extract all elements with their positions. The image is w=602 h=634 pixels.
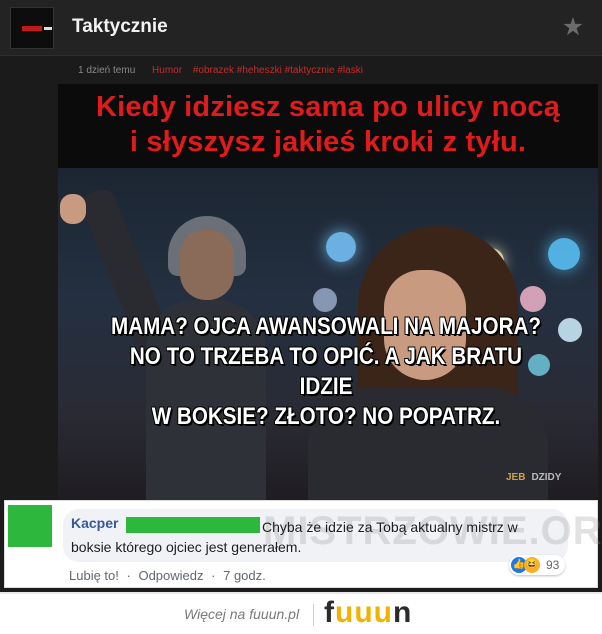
star-icon[interactable]: ★: [560, 14, 586, 40]
caption-top-line-2: i słyszysz jakieś kroki z tyłu.: [129, 126, 527, 158]
post-time: 1 dzień temu: [78, 65, 136, 76]
image-watermark-2: DZIDY: [531, 472, 562, 483]
post-card: Taktycznie ★ 1 dzień temu Humor #obrazek…: [0, 0, 602, 592]
raised-hand: [60, 194, 86, 224]
caption-bottom-line-2: NO TO TRZEBA TO OPIĆ. A JAK BRATU IDZIE: [129, 343, 523, 400]
avatar-censor: [8, 505, 52, 547]
footer-divider-line: [0, 592, 602, 594]
caption-band: Kiedy idziesz sama po ulicy nocą i słysz…: [58, 84, 598, 168]
more-link[interactable]: Więcej na fuuun.pl: [184, 606, 299, 622]
fuuun-logo-text: fuuun: [324, 596, 413, 629]
bokeh-light: [558, 318, 582, 342]
man-head: [180, 230, 234, 300]
reply-link[interactable]: Odpowiedz: [138, 568, 203, 583]
post-tags[interactable]: #obrazek #heheszki #taktycznie #laski: [193, 65, 363, 76]
separator: ·: [126, 568, 131, 583]
meme-image: Kiedy idziesz sama po ulicy nocą i słysz…: [58, 84, 598, 500]
separator: ·: [211, 568, 216, 583]
surname-censor: [126, 517, 260, 533]
caption-bottom-line-1: MAMA? OJCA AWANSOWALI NA MAJORA?: [111, 313, 541, 340]
fuuun-logo[interactable]: fuuun: [324, 596, 412, 630]
comment-author[interactable]: Kacper: [71, 515, 118, 531]
bokeh-light: [520, 286, 546, 312]
post-meta: 1 dzień temu Humor #obrazek #heheszki #t…: [78, 65, 363, 76]
caption-top: Kiedy idziesz sama po ulicy nocą i słysz…: [58, 90, 598, 160]
post-header: Taktycznie ★: [0, 0, 602, 56]
bokeh-light: [313, 288, 337, 312]
post-category[interactable]: Humor: [152, 65, 182, 76]
reactions-badge[interactable]: 👍 😆 93: [509, 555, 566, 575]
image-watermark: JEB DZIDY: [506, 472, 561, 483]
image-watermark-1: JEB: [506, 472, 526, 483]
caption-bottom: MAMA? OJCA AWANSOWALI NA MAJORA? NO TO T…: [111, 312, 541, 432]
haha-reaction-icon: 😆: [524, 557, 540, 573]
comment-time[interactable]: 7 godz.: [223, 568, 266, 583]
caption-top-line-1: Kiedy idziesz sama po ulicy nocą: [95, 91, 561, 123]
like-link[interactable]: Lubię to!: [69, 568, 119, 583]
footer-separator: [313, 604, 314, 626]
comment-screenshot: MISTRZOWIE.ORG Chyba że idzie za Tobą ak…: [4, 500, 602, 588]
reaction-count: 93: [546, 558, 560, 572]
logo-mark: [22, 26, 52, 31]
bokeh-light: [326, 232, 356, 262]
bokeh-light: [548, 238, 580, 270]
comment-bubble: MISTRZOWIE.ORG Chyba że idzie za Tobą ak…: [63, 509, 602, 562]
site-logo[interactable]: [10, 7, 54, 49]
comment-actions: Lubię to! · Odpowiedz · 7 godz.: [69, 568, 266, 583]
caption-bottom-line-3: W BOKSIE? ZŁOTO? NO POPATRZ.: [151, 403, 501, 430]
post-title[interactable]: Taktycznie: [72, 16, 168, 38]
